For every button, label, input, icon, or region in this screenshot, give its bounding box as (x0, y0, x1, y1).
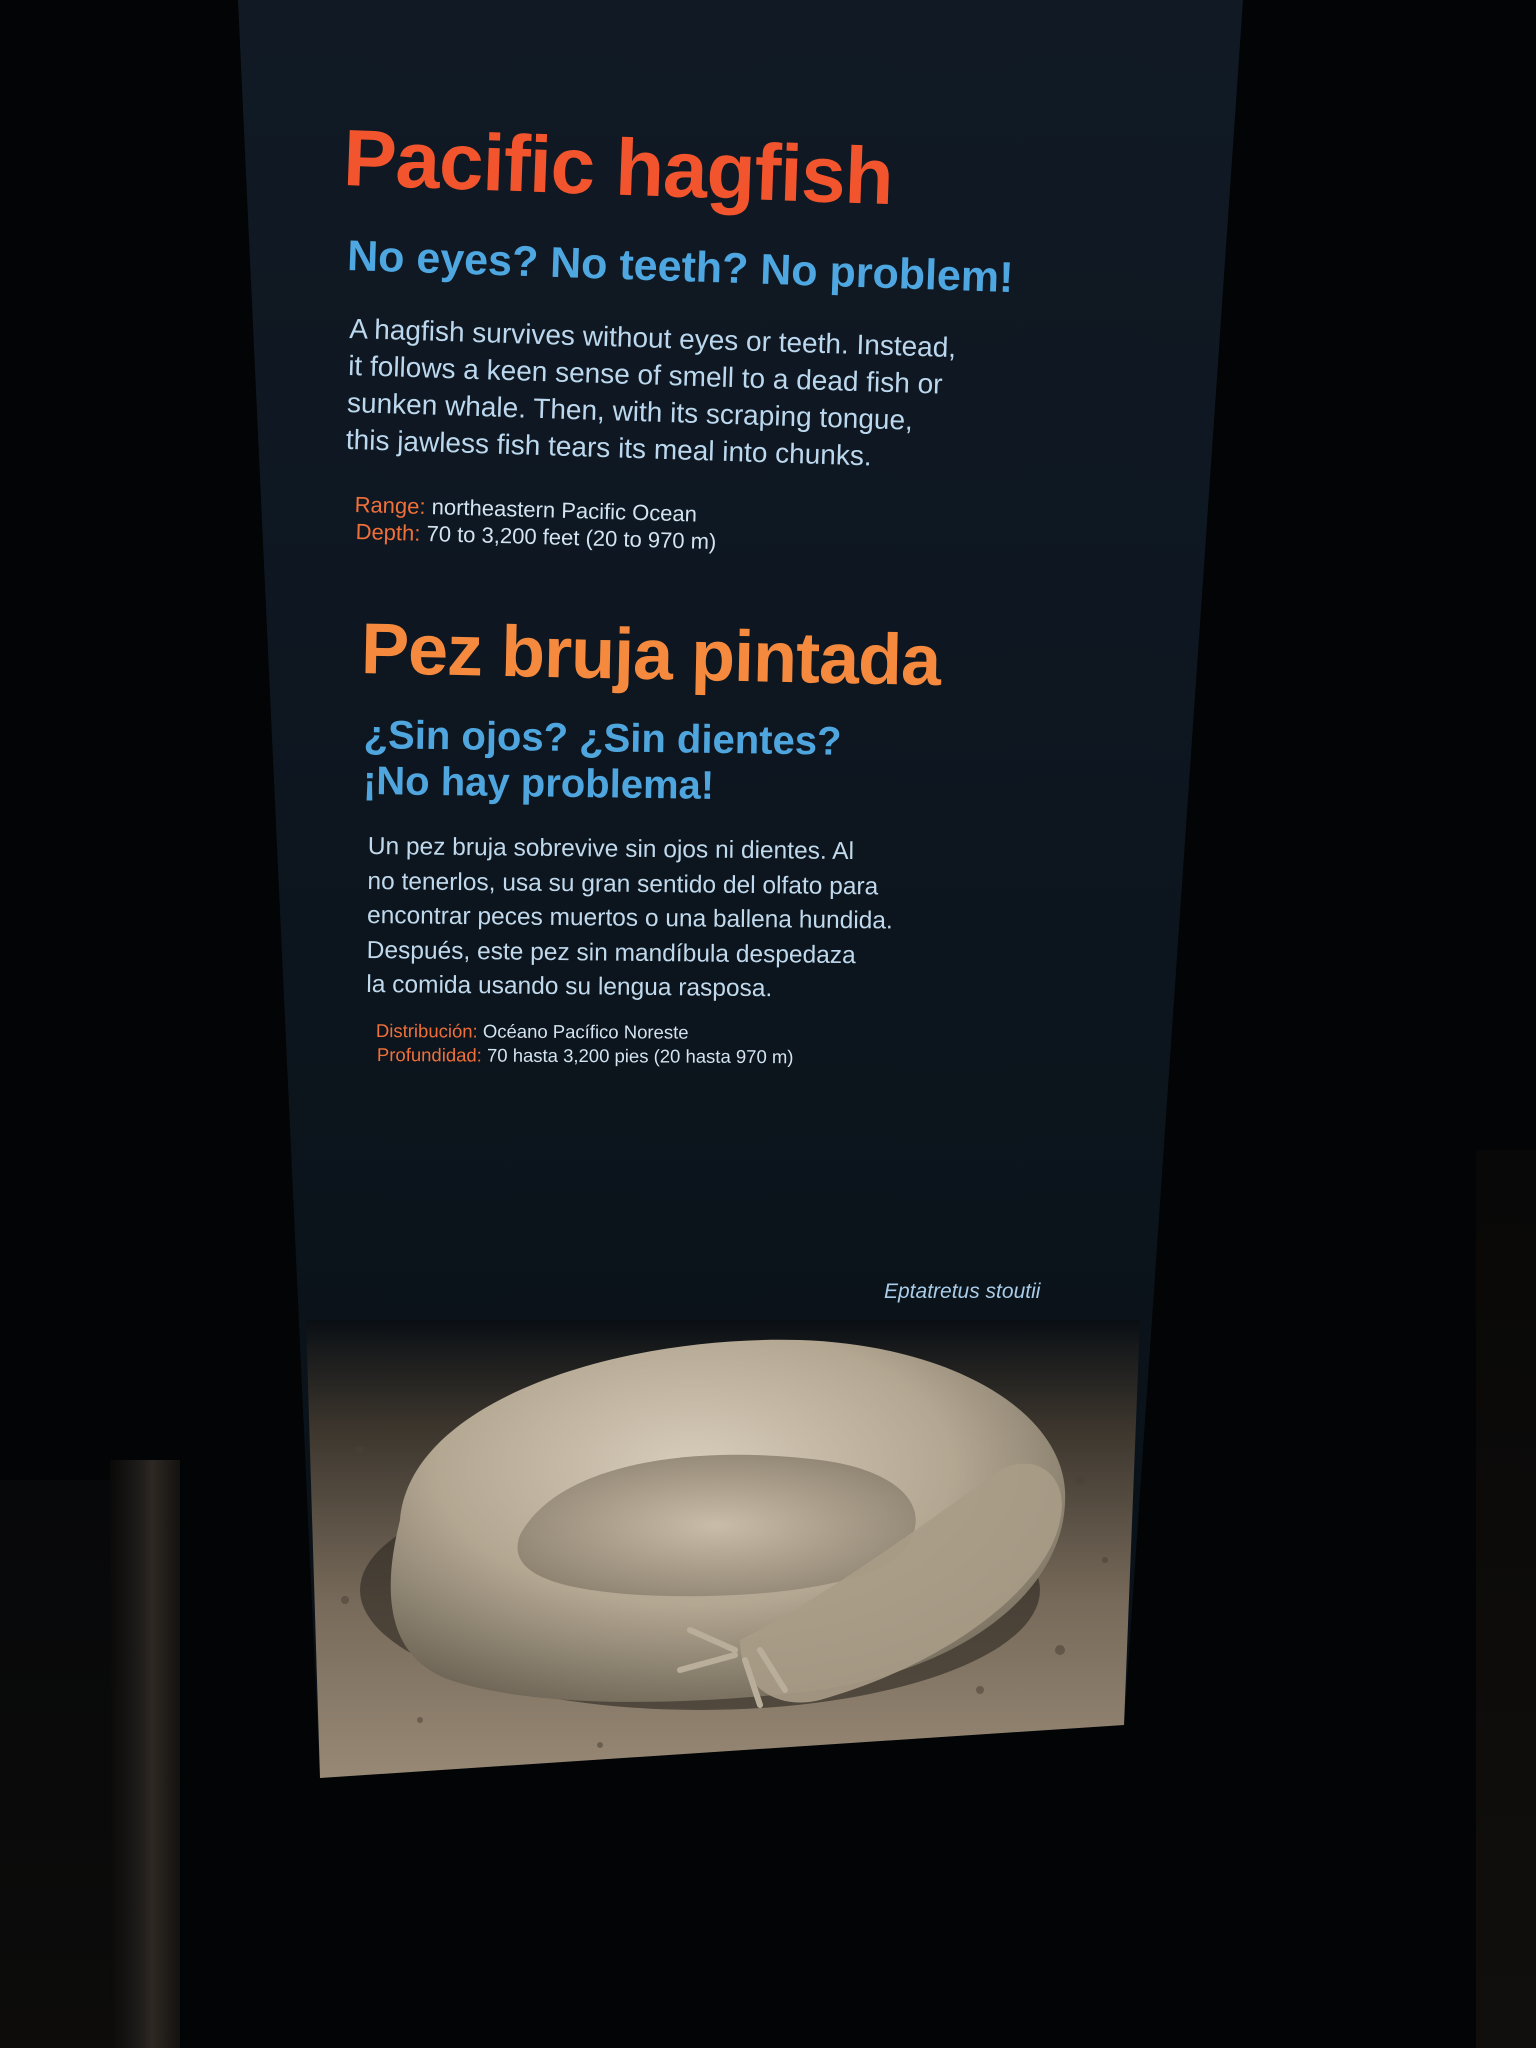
background-reflection (110, 1460, 180, 2048)
scientific-name: Eptatretus stoutii (884, 1280, 1041, 1303)
profundidad-value: 70 hasta 3,200 pies (20 hasta 970 m) (486, 1044, 794, 1068)
english-description: A hagfish survives without eyes or teeth… (345, 310, 999, 478)
spanish-description-line: encontrar peces muertos o una ballena hu… (366, 901, 893, 935)
spanish-description-line: la comida usando su lengua rasposa. (366, 970, 773, 1003)
spanish-depth: Profundidad: 70 hasta 3,200 pies (20 has… (377, 1044, 794, 1068)
spanish-subtitle-line: ¿Sin ojos? ¿Sin dientes? (363, 712, 842, 764)
english-title: Pacific hagfish (341, 112, 895, 222)
spanish-subtitle: ¿Sin ojos? ¿Sin dientes? ¡No hay problem… (363, 712, 924, 812)
distribution-value: Océano Pacífico Noreste (482, 1020, 689, 1043)
profundidad-label: Profundidad: (376, 1044, 482, 1066)
background-wall-right (1476, 1150, 1536, 2048)
range-label: Range: (354, 492, 426, 519)
spanish-description: Un pez bruja sobrevive sin ojos ni dient… (366, 830, 988, 1009)
depth-label: Depth: (355, 519, 421, 546)
spanish-description-line: Un pez bruja sobrevive sin ojos ni dient… (367, 832, 855, 866)
spanish-distribution: Distribución: Océano Pacífico Noreste (376, 1020, 689, 1044)
spanish-title: Pez bruja pintada (360, 608, 941, 702)
spanish-subtitle-line: ¡No hay problema! (362, 758, 715, 808)
background-wall-left (0, 1480, 120, 2048)
distribution-label: Distribución: (375, 1020, 478, 1042)
